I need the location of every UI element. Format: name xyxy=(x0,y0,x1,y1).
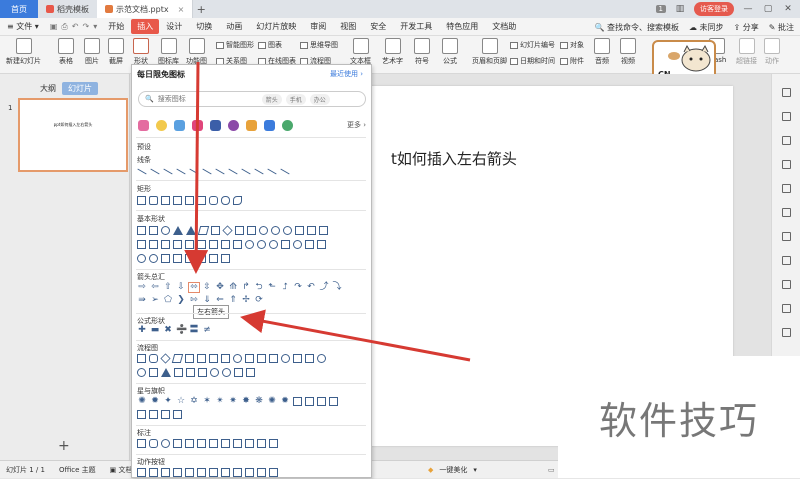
watermark-text: 软件技巧 xyxy=(558,356,800,478)
red-arrow-down xyxy=(184,61,209,274)
red-arrow-left xyxy=(240,309,471,362)
